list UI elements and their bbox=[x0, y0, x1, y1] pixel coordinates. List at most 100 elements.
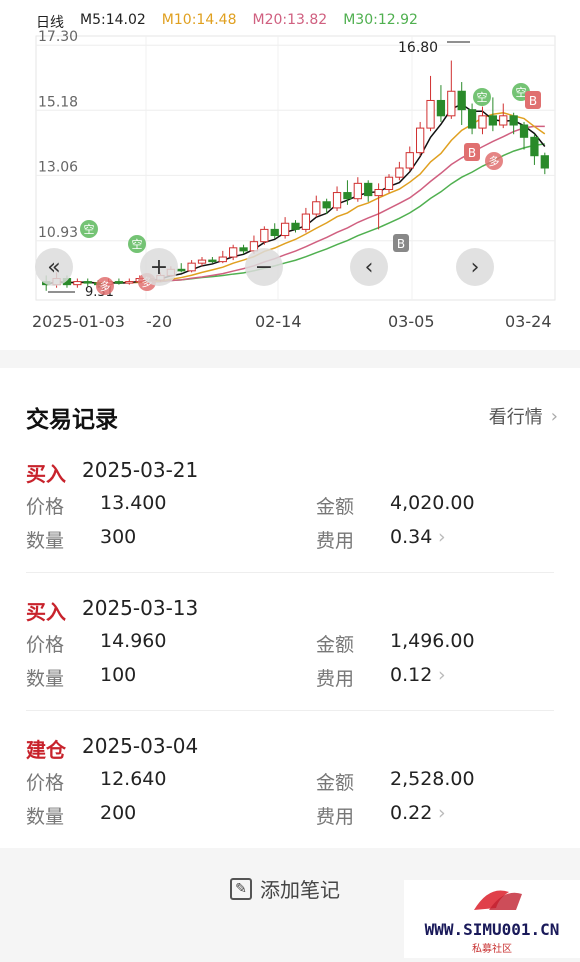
x-label-2: 02-14 bbox=[255, 312, 302, 331]
trade-record[interactable]: 买入 2025-03-13 价格 14.960 金额 1,496.00 数量 1… bbox=[0, 588, 580, 726]
b-marker: B bbox=[529, 94, 537, 108]
watermark: WWW.SIMU001.CN 私募社区 bbox=[404, 880, 580, 958]
duo-marker: 多 bbox=[100, 279, 111, 293]
x-label-0: 2025-01-03 bbox=[32, 312, 125, 331]
chevron-right-icon: › bbox=[550, 405, 558, 427]
fee-label: 费用 bbox=[316, 530, 355, 552]
kong-marker: 空 bbox=[516, 85, 527, 99]
candle-body bbox=[280, 222, 290, 237]
candle-body bbox=[312, 201, 321, 215]
add-note-button[interactable]: ✎ 添加笔记 bbox=[230, 874, 340, 903]
price-value: 12.640 bbox=[100, 768, 167, 790]
kong-marker: 空 bbox=[132, 237, 143, 251]
candle-body bbox=[416, 127, 425, 154]
edit-icon: ✎ bbox=[230, 877, 252, 900]
candle-body bbox=[384, 176, 394, 190]
chevron-right-icon[interactable]: › bbox=[438, 526, 446, 548]
candle-body bbox=[177, 268, 186, 272]
candle-body bbox=[405, 152, 414, 169]
candle-body bbox=[499, 115, 508, 126]
kong-marker: 空 bbox=[84, 222, 95, 236]
candle-body bbox=[395, 167, 404, 178]
candle-body bbox=[478, 115, 487, 129]
record-date: 2025-03-13 bbox=[82, 596, 199, 620]
record-type: 买入 bbox=[26, 462, 66, 486]
scroll-left-button[interactable]: ‹ bbox=[350, 248, 388, 286]
price-value: 13.400 bbox=[100, 492, 167, 514]
high-price-label: 16.80 bbox=[398, 40, 438, 56]
fee-value[interactable]: 0.12 bbox=[390, 664, 432, 686]
trade-record[interactable]: 建仓 2025-03-04 价格 12.640 金额 2,528.00 数量 2… bbox=[0, 726, 580, 864]
trade-record[interactable]: 买入 2025-03-21 价格 13.400 金额 4,020.00 数量 3… bbox=[0, 450, 580, 588]
candle-body bbox=[291, 222, 300, 230]
watermark-text: WWW.SIMU001.CN bbox=[424, 920, 560, 939]
divider bbox=[26, 710, 554, 711]
add-note-label: 添加笔记 bbox=[260, 878, 340, 902]
b-marker: B bbox=[468, 146, 476, 160]
trade-records-panel: 交易记录 看行情 › 买入 2025-03-21 价格 13.400 金额 4,… bbox=[0, 368, 580, 848]
chevron-right-icon[interactable]: › bbox=[438, 664, 446, 686]
divider bbox=[26, 572, 554, 573]
record-type: 建仓 bbox=[26, 738, 66, 762]
panel-title: 交易记录 bbox=[26, 407, 118, 433]
view-market-link[interactable]: 看行情 › bbox=[489, 403, 558, 429]
record-type: 买入 bbox=[26, 600, 66, 624]
qty-value: 200 bbox=[100, 802, 137, 824]
candle-body bbox=[343, 192, 352, 200]
candle-body bbox=[197, 259, 207, 264]
amount-value: 2,528.00 bbox=[390, 768, 475, 790]
chevron-left-icon: ‹ bbox=[364, 254, 374, 280]
b-marker: B bbox=[397, 237, 405, 251]
zoom-out-button[interactable]: − bbox=[245, 248, 283, 286]
kline-svg: 17.3015.1813.0610.9316.809.31空空空空多多多BBB bbox=[35, 29, 556, 301]
candle-body bbox=[436, 99, 446, 117]
candle-body bbox=[322, 201, 331, 209]
candle-body bbox=[301, 213, 311, 230]
candle-body bbox=[540, 155, 549, 169]
fee-value[interactable]: 0.34 bbox=[390, 526, 432, 548]
record-header: 买入 2025-03-21 bbox=[26, 458, 198, 487]
qty-value: 300 bbox=[100, 526, 137, 548]
x-label-3: 03-05 bbox=[388, 312, 435, 331]
duo-marker: 多 bbox=[489, 154, 500, 168]
zoom-in-button[interactable]: + bbox=[140, 248, 178, 286]
y-tick-label: 15.18 bbox=[38, 94, 78, 110]
price-label: 价格 bbox=[26, 496, 65, 518]
candle-body bbox=[457, 90, 466, 111]
candle-body bbox=[519, 124, 529, 138]
qty-label: 数量 bbox=[26, 806, 65, 828]
view-market-label: 看行情 bbox=[488, 407, 543, 428]
candle-body bbox=[488, 115, 498, 126]
y-tick-label: 17.30 bbox=[38, 29, 78, 45]
amount-label: 金额 bbox=[316, 634, 355, 656]
x-label-1: -20 bbox=[146, 312, 173, 331]
fee-value[interactable]: 0.22 bbox=[390, 802, 432, 824]
candle-body bbox=[332, 192, 342, 209]
double-left-icon: « bbox=[47, 254, 61, 280]
x-label-4: 03-24 bbox=[505, 312, 552, 331]
qty-label: 数量 bbox=[26, 530, 65, 552]
price-label: 价格 bbox=[26, 772, 65, 794]
chevron-right-icon: › bbox=[470, 254, 480, 280]
kline-chart[interactable]: 日线 M5:14.02 M10:14.48 M20:13.82 M30:12.9… bbox=[0, 0, 580, 350]
candle-body bbox=[467, 109, 477, 129]
candle-body bbox=[218, 256, 227, 263]
scroll-left-far-button[interactable]: « bbox=[35, 248, 73, 286]
candle-body bbox=[83, 281, 92, 284]
amount-label: 金额 bbox=[316, 772, 355, 794]
fee-label: 费用 bbox=[316, 806, 355, 828]
record-header: 买入 2025-03-13 bbox=[26, 596, 198, 625]
watermark-logo bbox=[474, 890, 522, 910]
candle-body bbox=[270, 228, 279, 237]
candle-body bbox=[73, 281, 82, 286]
chevron-right-icon[interactable]: › bbox=[438, 802, 446, 824]
candle-body bbox=[229, 247, 238, 258]
record-header: 建仓 2025-03-04 bbox=[26, 734, 198, 763]
candle-body bbox=[125, 281, 134, 284]
y-tick-label: 13.06 bbox=[38, 159, 78, 175]
amount-value: 1,496.00 bbox=[390, 630, 475, 652]
candle-body bbox=[426, 99, 435, 129]
kong-marker: 空 bbox=[477, 90, 488, 104]
scroll-right-button[interactable]: › bbox=[456, 248, 494, 286]
candle-body bbox=[374, 188, 383, 197]
